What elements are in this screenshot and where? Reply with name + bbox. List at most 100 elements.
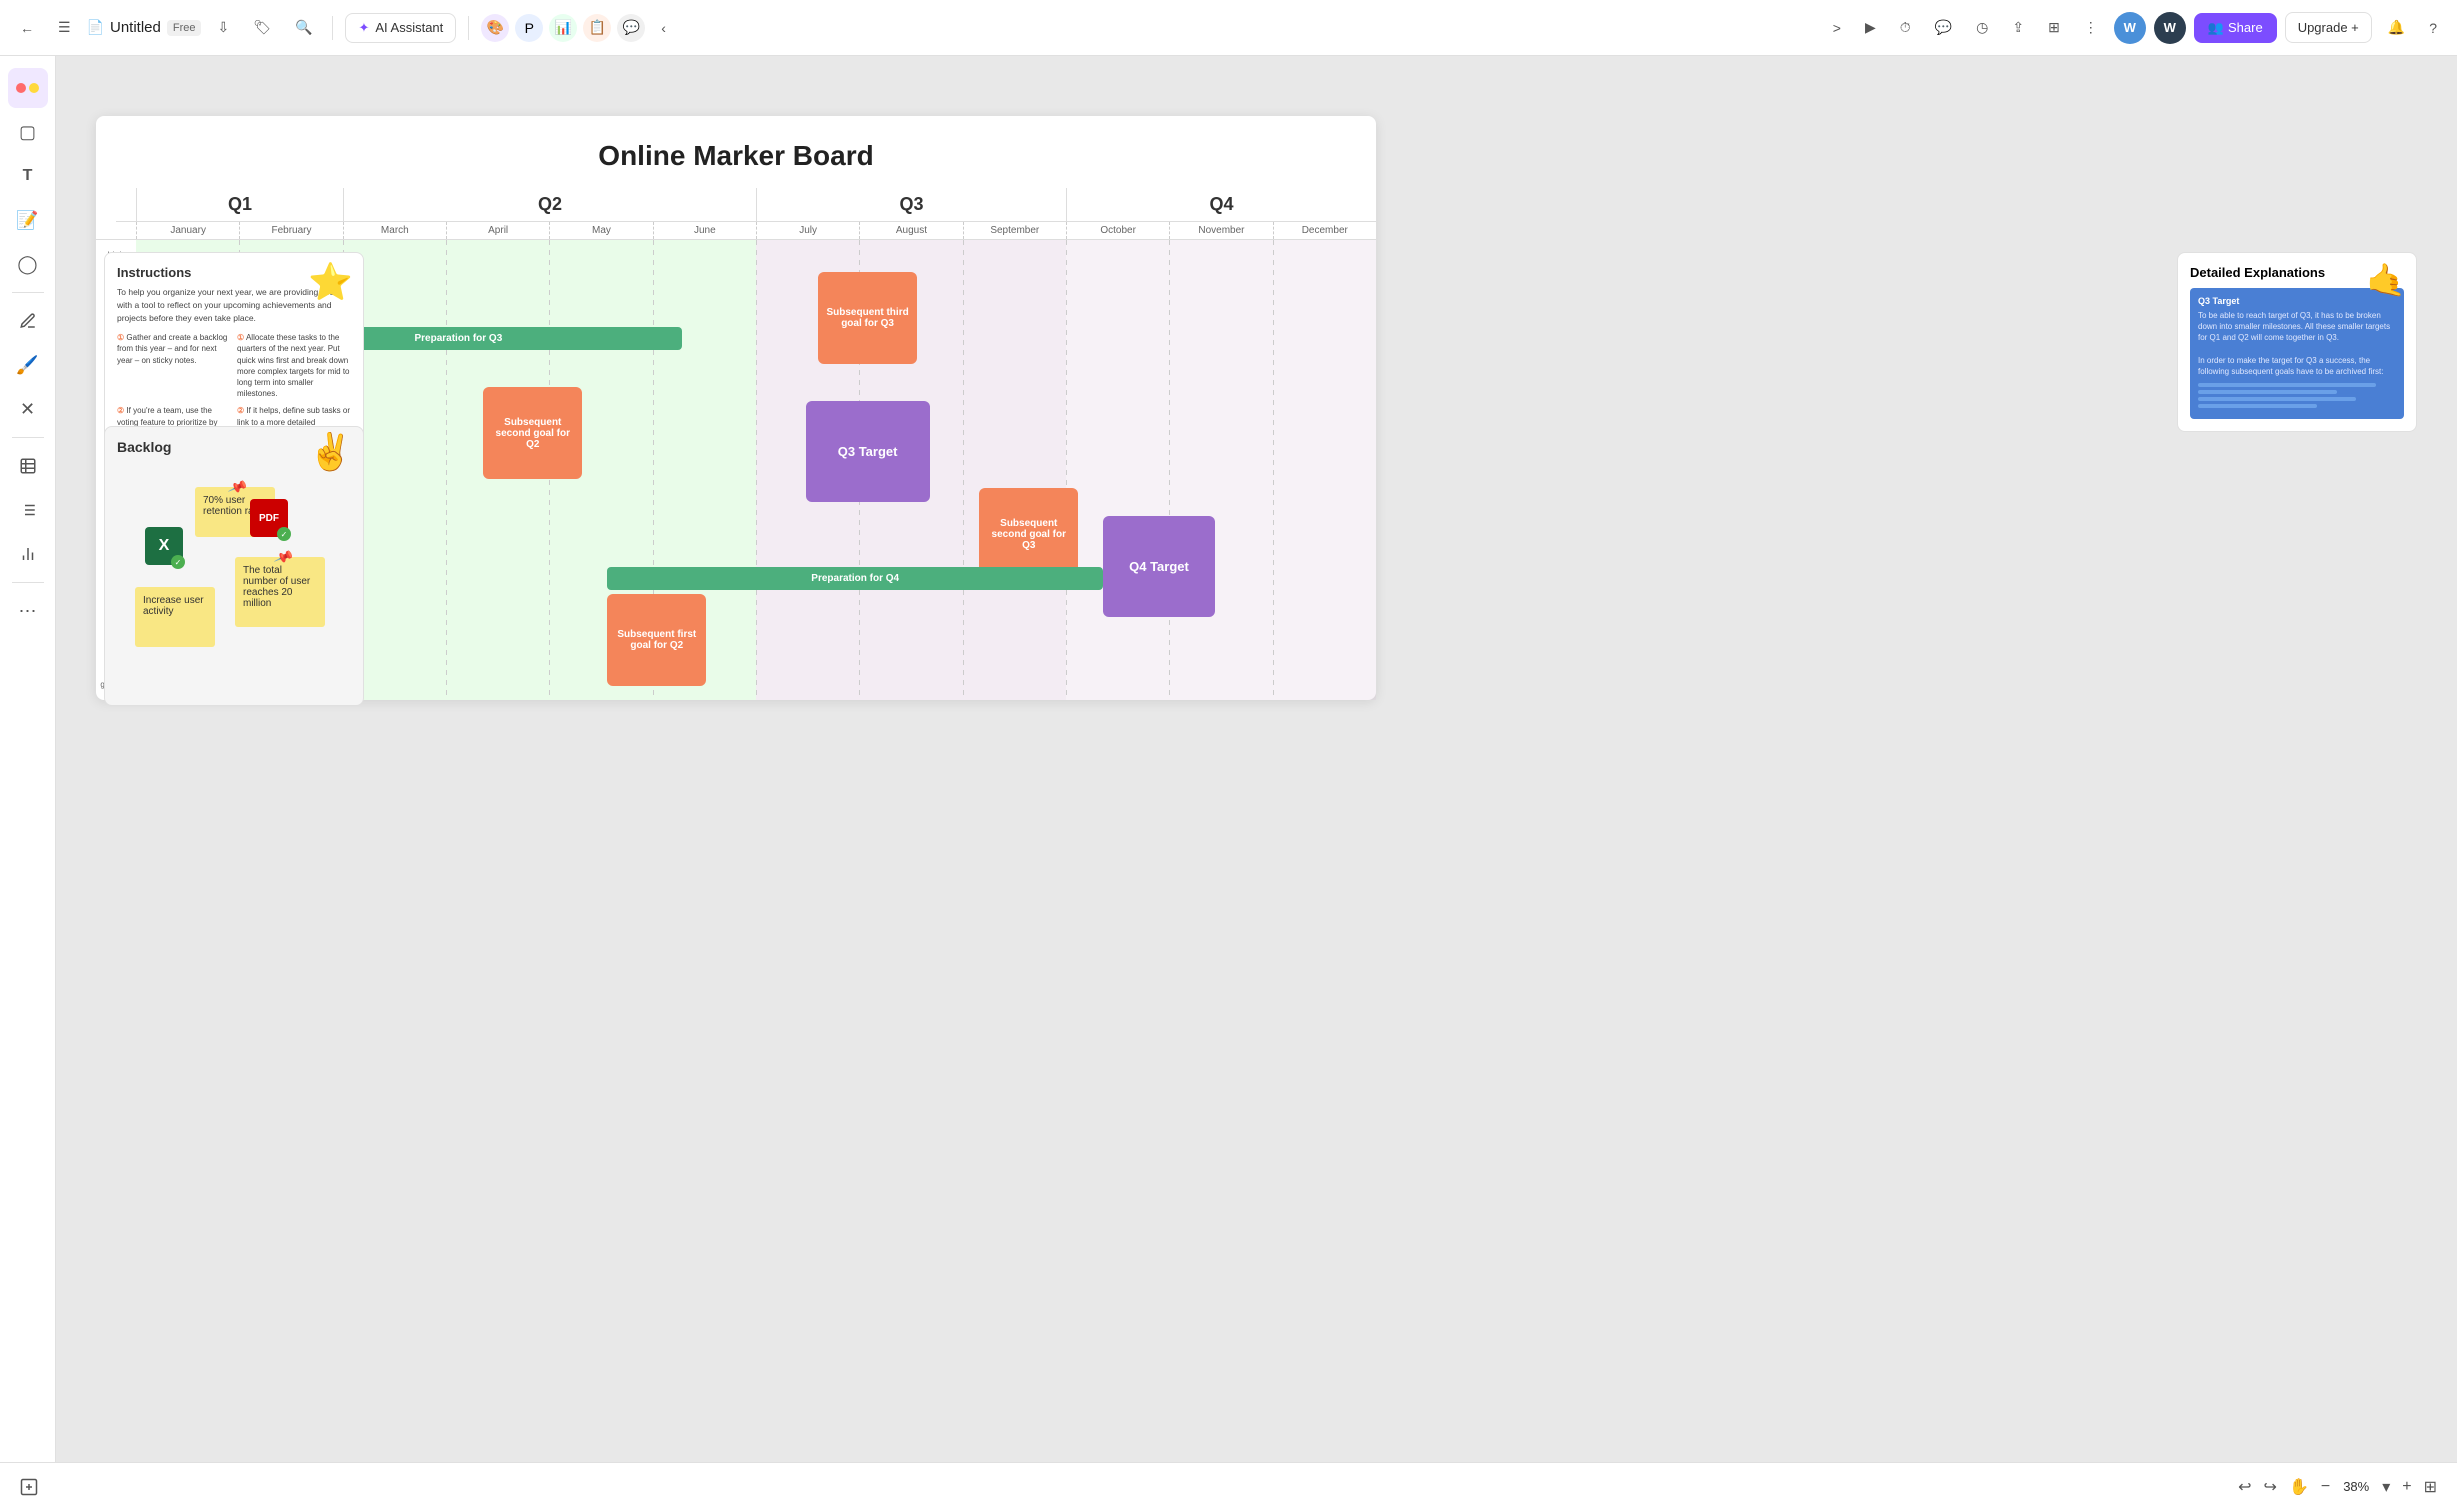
line-jul <box>756 240 757 700</box>
plugin-icon-3[interactable]: 📊 <box>549 14 577 42</box>
share-icon: 👥 <box>2208 20 2224 36</box>
zoom-control: ↩ ↪ ✋ − 38% ▾ + ⊞ <box>2234 1473 2441 1501</box>
sticky-text: The total number of user reaches 20 mill… <box>243 565 310 609</box>
sidebar-item-frame[interactable]: ▢ <box>8 112 48 152</box>
detail-line-4 <box>2198 404 2317 408</box>
back-button[interactable]: ← <box>12 16 42 40</box>
excel-check: ✓ <box>171 555 185 569</box>
detail-line-3 <box>2198 397 2356 401</box>
settings-button[interactable]: ⋮ <box>2076 15 2106 40</box>
comment-button[interactable]: 💬 <box>1927 15 1960 40</box>
file-icon: 📄 <box>87 19 104 36</box>
backlog-box: Backlog ✌️ 70% user retention rate 📌 Inc… <box>104 426 364 706</box>
sidebar-item-table[interactable] <box>8 446 48 486</box>
back-icon: ← <box>20 20 34 36</box>
bottom-toolbar: ↩ ↪ ✋ − 38% ▾ + ⊞ <box>0 1462 2457 1510</box>
bottom-left <box>12 1474 46 1500</box>
plugin-icon-2[interactable]: P <box>515 14 543 42</box>
zoom-out-button[interactable]: − <box>2317 1474 2334 1500</box>
card-q3-target[interactable]: Q3 Target <box>806 401 930 502</box>
sidebar-item-brush[interactable]: 🖌️ <box>8 345 48 385</box>
sidebar-item-colors[interactable] <box>8 68 48 108</box>
plugin-icons: 🎨 P 📊 📋 💬 <box>481 14 645 42</box>
line-sep <box>963 240 964 700</box>
menu-button[interactable]: ☰ <box>50 15 79 40</box>
sidebar-item-pen[interactable] <box>8 301 48 341</box>
sticky-users[interactable]: 📌 The total number of user reaches 20 mi… <box>235 557 325 627</box>
sidebar-item-sticky[interactable]: 📝 <box>8 200 48 240</box>
timer-button[interactable]: ⏱ <box>1892 15 1919 40</box>
card-label: Preparation for Q3 <box>414 333 502 344</box>
hand-decoration: 🤙 <box>2366 261 2406 299</box>
grid-button[interactable]: ⊞ <box>2040 15 2068 40</box>
month-dec: December <box>1273 222 1376 239</box>
card-subseq-second-q2[interactable]: Subsequent second goal for Q2 <box>483 387 582 479</box>
sidebar-item-text[interactable]: T <box>8 156 48 196</box>
upgrade-button[interactable]: Upgrade + <box>2285 12 2372 43</box>
plugin-icon-1[interactable]: 🎨 <box>481 14 509 42</box>
detail-lines <box>2198 383 2396 408</box>
search-button[interactable]: 🔍 <box>287 15 320 40</box>
sidebar-item-more[interactable]: ⋯ <box>8 591 48 631</box>
sidebar-item-eraser[interactable]: ✕ <box>8 389 48 429</box>
file-info: 📄 Untitled Free <box>87 19 202 36</box>
zoom-level: 38% <box>2338 1479 2374 1494</box>
month-oct: October <box>1066 222 1169 239</box>
ai-label: AI Assistant <box>375 20 443 35</box>
sidebar-divider-2 <box>12 437 44 438</box>
card-q4-target[interactable]: Q4 Target <box>1103 516 1215 617</box>
card-subseq-third-q3[interactable]: Subsequent third goal for Q3 <box>818 272 917 364</box>
divider1 <box>332 16 333 40</box>
share-label: Share <box>2228 20 2263 35</box>
undo-button[interactable]: ↩ <box>2234 1473 2255 1501</box>
zoom-dropdown-button[interactable]: ▾ <box>2378 1473 2394 1501</box>
hand-tool-button[interactable]: ✋ <box>2285 1473 2313 1501</box>
peace-decoration: ✌️ <box>308 431 353 473</box>
plugin-icon-5[interactable]: 💬 <box>617 14 645 42</box>
more-plugins-button[interactable]: ‹ <box>653 16 674 40</box>
toolbar: ← ☰ 📄 Untitled Free ⇩ 🏷 🔍 ✦ AI Assistant… <box>0 0 2457 56</box>
card-label: Subsequent first goal for Q2 <box>613 629 700 651</box>
play-button[interactable]: ▶ <box>1857 15 1884 40</box>
month-jul: July <box>756 222 859 239</box>
export-button[interactable]: ⇪ <box>2004 15 2032 40</box>
month-jan: January <box>136 222 239 239</box>
q2-header: Q2 <box>343 188 756 221</box>
tag-button[interactable]: 🏷 <box>245 15 279 40</box>
fit-screen-button[interactable]: ⊞ <box>2420 1473 2441 1501</box>
month-may: May <box>549 222 652 239</box>
instructions-step-1: ① Gather and create a backlog from this … <box>117 332 231 399</box>
card-prep-q4[interactable]: Preparation for Q4 <box>607 567 1103 590</box>
more-button[interactable]: > <box>1825 16 1849 40</box>
sidebar-item-shapes[interactable]: ◯ <box>8 244 48 284</box>
user-avatar-1[interactable]: W <box>2114 12 2146 44</box>
sticky-activity[interactable]: Increase user activity <box>135 587 215 647</box>
card-subseq-first-q2[interactable]: Subsequent first goal for Q2 <box>607 594 706 686</box>
q3-header: Q3 <box>756 188 1066 221</box>
help-button[interactable]: ? <box>2421 16 2445 40</box>
card-label: Subsequent second goal for Q2 <box>489 417 576 450</box>
canvas[interactable]: Online Marker Board Q1 Q2 Q3 Q4 January … <box>56 56 2457 1462</box>
line-apr <box>446 240 447 700</box>
download-button[interactable]: ⇩ <box>209 15 237 40</box>
detail-content-text: To be able to reach target of Q3, it has… <box>2198 310 2396 377</box>
sidebar-item-list[interactable] <box>8 490 48 530</box>
ai-assistant-button[interactable]: ✦ AI Assistant <box>345 13 456 43</box>
search-icon: 🔍 <box>295 19 312 36</box>
sidebar-divider-1 <box>12 292 44 293</box>
history-button[interactable]: ◷ <box>1968 15 1996 40</box>
menu-icon: ☰ <box>58 19 71 36</box>
user-avatar-2[interactable]: W <box>2154 12 2186 44</box>
sidebar-item-chart[interactable] <box>8 534 48 574</box>
app-title: Untitled <box>110 19 161 36</box>
plugin-icon-4[interactable]: 📋 <box>583 14 611 42</box>
share-button[interactable]: 👥 Share <box>2194 13 2277 43</box>
zoom-in-button[interactable]: + <box>2398 1474 2415 1500</box>
toolbar-left: ← ☰ 📄 Untitled Free ⇩ 🏷 🔍 ✦ AI Assistant… <box>12 13 674 43</box>
notification-button[interactable]: 🔔 <box>2380 15 2413 40</box>
redo-button[interactable]: ↪ <box>2260 1473 2281 1501</box>
month-jun: June <box>653 222 756 239</box>
add-page-button[interactable] <box>12 1474 46 1500</box>
line-nov <box>1169 240 1170 700</box>
line-dec <box>1273 240 1274 700</box>
